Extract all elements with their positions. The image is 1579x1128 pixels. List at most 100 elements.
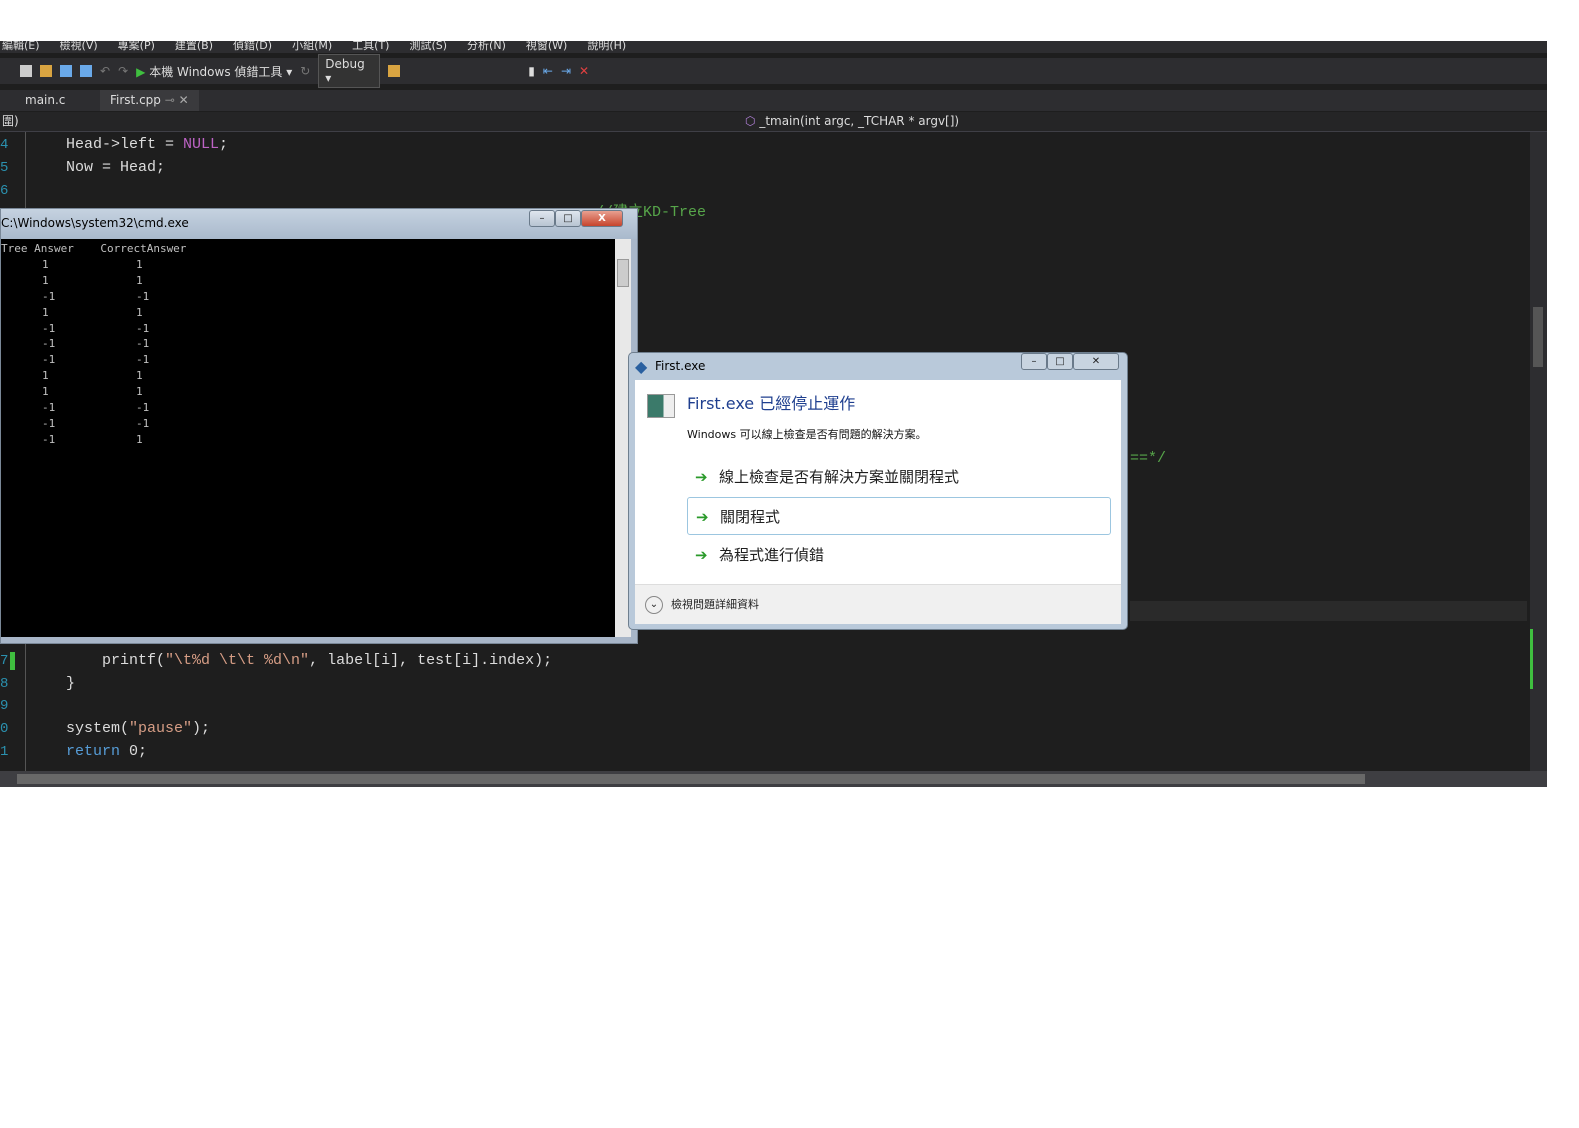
correct-answer: -1 [136,289,150,303]
menu-team[interactable]: 小組(M) [292,41,332,53]
dialog-message: Windows 可以線上檢查是否有問題的解決方案。 [687,428,927,441]
document-tabs: main.c First.cpp ⊸ ✕ [0,90,1547,111]
horizontal-scrollbar[interactable] [0,771,1547,787]
menu-tools[interactable]: 工具(T) [352,41,389,53]
menu-analyze[interactable]: 分析(N) [467,41,506,53]
console-scroll-thumb[interactable] [617,259,629,287]
tree-answer: 1 [42,369,49,383]
close-button[interactable]: ✕ [1073,353,1119,370]
debug-program-option[interactable]: ➔ 為程式進行偵錯 [687,536,1111,574]
cmd-window: C:\Windows\system32\cmd.exe – □ X Tree A… [0,208,638,644]
menu-view[interactable]: 檢視(V) [60,41,98,53]
tree-answer: -1 [42,337,56,351]
dialog-window-controls: – □ ✕ [1021,353,1119,370]
console-row: -1 -1 [1,400,615,416]
check-online-and-close-option[interactable]: ➔ 線上檢查是否有解決方案並關閉程式 [687,458,1111,496]
chevron-down-icon[interactable]: ⌄ [645,596,663,614]
menu-help[interactable]: 說明(H) [587,41,626,53]
tree-answer: -1 [42,432,56,446]
correct-answer: -1 [136,337,150,351]
console-row: -1 1 [1,432,615,448]
tree-answer: -1 [42,321,56,335]
view-problem-details[interactable]: ⌄ 檢視問題詳細資料 [635,584,1121,624]
pin-icon[interactable]: ⊸ [165,93,175,107]
configuration-select[interactable]: Debug ▾ [318,54,381,88]
tree-answer: 1 [42,385,49,399]
method-icon: ⬡ [745,114,756,128]
correct-answer: 1 [136,305,143,319]
console-row: -1 -1 [1,416,615,432]
tree-answer: 1 [42,273,49,287]
tree-answer: 1 [42,305,49,319]
maximize-button[interactable]: □ [555,210,581,227]
prev-bookmark-icon[interactable]: ⇤ [543,64,553,78]
vertical-scroll-thumb[interactable] [1533,307,1543,367]
dialog-body: First.exe 已經停止運作 Windows 可以線上檢查是否有問題的解決方… [635,380,1121,624]
refresh-icon[interactable]: ↻ [300,64,310,78]
redo-icon[interactable]: ↷ [118,64,128,78]
current-line-highlight [1130,601,1527,621]
program-window-icon [647,394,675,418]
clear-bookmarks-icon[interactable]: ✕ [579,64,589,78]
correct-answer: -1 [136,321,150,335]
tab-main-c[interactable]: main.c [15,90,75,111]
new-project-icon[interactable] [20,65,32,77]
correct-answer: -1 [136,401,150,415]
close-button[interactable]: X [581,210,623,227]
window-controls: – □ X [529,210,623,227]
code-line: 0 system("pause"); [0,720,211,737]
code-line: 8 } [0,675,76,692]
menu-window[interactable]: 視窗(W) [526,41,567,53]
close-program-option[interactable]: ➔ 關閉程式 [687,497,1111,535]
maximize-button[interactable]: □ [1047,353,1073,370]
console-output: Tree Answer CorrectAnswer 1 1 1 1 -1 -1 1 1 -1 -1-… [1,239,615,637]
code-line: 5 Now = Head; [0,159,166,176]
green-arrow-icon: ➔ [696,508,709,526]
function-dropdown[interactable]: ⬡ _tmain(int argc, _TCHAR * argv[]) [745,112,959,131]
scope-dropdown[interactable]: 圍) [2,112,19,131]
menu-debug[interactable]: 偵錯(D) [233,41,272,53]
correct-answer: 1 [136,369,143,383]
console-row: -1 -1 [1,289,615,305]
next-bookmark-icon[interactable]: ⇥ [561,64,571,78]
bookmark-icon[interactable]: ▮ [528,64,535,78]
undo-icon[interactable]: ↶ [100,64,110,78]
console-row: -1 -1 [1,336,615,352]
tree-answer: -1 [42,289,56,303]
tree-answer: 1 [42,257,49,271]
minimize-button[interactable]: – [529,210,555,227]
correct-answer: -1 [136,416,150,430]
change-marker [10,652,15,670]
find-icon[interactable] [388,65,401,77]
code-line: 4 Head->left = NULL; [0,136,229,153]
dialog-heading: First.exe 已經停止運作 [687,394,856,413]
correct-answer: 1 [136,257,143,271]
menu-test[interactable]: 測試(S) [409,41,447,53]
save-all-icon[interactable] [80,65,92,77]
code-line: 7 printf("\t%d \t\t %d\n", label[i], tes… [0,652,553,670]
tree-answer: -1 [42,401,56,415]
console-row: 11 [1,305,615,321]
console-row: 11 [1,368,615,384]
correct-answer: 1 [136,385,143,399]
minimize-button[interactable]: – [1021,353,1047,370]
code-line: 1 return 0; [0,743,148,760]
close-tab-icon[interactable]: ✕ [179,93,189,107]
horizontal-scroll-thumb[interactable] [17,774,1365,784]
correct-answer: -1 [136,353,150,367]
menu-project[interactable]: 專案(P) [118,41,155,53]
open-file-icon[interactable] [40,65,52,77]
menu-edit[interactable]: 編輯(E) [2,41,40,53]
app-icon: ◆ [635,357,648,376]
crash-dialog: ◆ First.exe – □ ✕ First.exe 已經停止運作 Windo… [628,352,1128,630]
menu-build[interactable]: 建置(B) [175,41,213,53]
change-marker [1530,629,1533,689]
tree-answer: -1 [42,353,56,367]
start-debugging-button[interactable]: ▶ 本機 Windows 偵錯工具 ▾ [136,63,292,80]
tab-first-cpp[interactable]: First.cpp ⊸ ✕ [100,90,199,111]
console-row: -1 -1 [1,321,615,337]
correct-answer: 1 [136,432,143,446]
vertical-scrollbar[interactable] [1530,132,1547,771]
toolbar: ↶ ↷ ▶ 本機 Windows 偵錯工具 ▾ ↻ Debug ▾ ▮ ⇤ ⇥ … [0,54,1547,88]
save-icon[interactable] [60,65,72,77]
